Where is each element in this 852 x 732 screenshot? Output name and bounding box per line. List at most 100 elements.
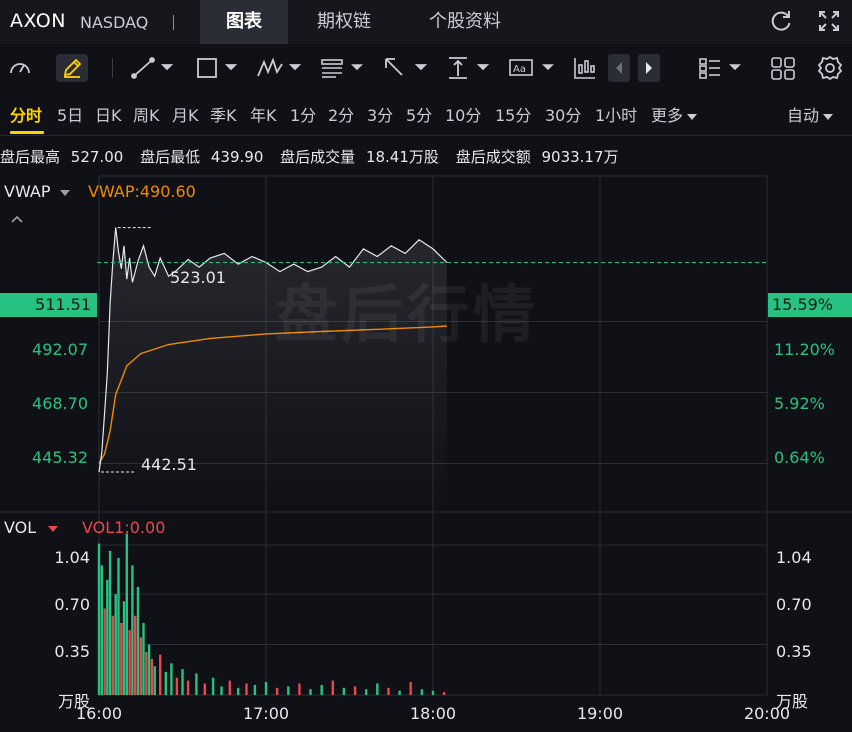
period-5d[interactable]: 5日 [57, 102, 83, 126]
rectangle-tool-icon[interactable] [194, 54, 240, 82]
period-5min[interactable]: 5分 [406, 102, 432, 126]
volume-bar [136, 586, 140, 695]
price-axis-label: 492.07 [32, 340, 88, 359]
text-tool-icon[interactable]: Aa [508, 54, 556, 82]
header-bar: AXON NASDAQ 图表 期权链 个股资料 [0, 0, 852, 44]
volume-bar [298, 683, 301, 695]
period-monthly-k[interactable]: 月K [172, 102, 199, 126]
drawing-toolbar: Aa [0, 44, 852, 92]
volume-bar [147, 644, 151, 695]
volume-bar [106, 579, 109, 695]
period-daily-k[interactable]: 日K [95, 102, 122, 126]
stat-low: 盘后最低 439.90 [140, 148, 269, 166]
period-intraday[interactable]: 分时 [10, 102, 42, 126]
volume-bar [287, 686, 290, 695]
stat-low-label: 盘后最低 [140, 148, 201, 166]
layout-list-icon[interactable] [698, 54, 746, 82]
gauge-icon[interactable] [6, 54, 36, 82]
stat-volume: 盘后成交量 18.41万股 [280, 148, 445, 166]
volume-bar [365, 689, 368, 695]
period-weekly-k[interactable]: 周K [133, 102, 160, 126]
volume-bar [195, 673, 198, 695]
volume-bar [145, 651, 148, 696]
volume-bar [309, 689, 312, 695]
tab-chart[interactable]: 图表 [200, 0, 288, 44]
period-yearly-k[interactable]: 年K [250, 102, 277, 126]
period-more-dropdown[interactable]: 更多 [651, 102, 698, 126]
stat-amount-value: 9033.17万 [541, 148, 619, 166]
stat-volume-label: 盘后成交量 [280, 148, 356, 166]
fullscreen-icon[interactable] [816, 8, 842, 34]
tab-stock-profile[interactable]: 个股资料 [410, 0, 520, 44]
active-period-indicator [10, 131, 44, 134]
refresh-icon[interactable] [768, 8, 794, 34]
tab-options-chain[interactable]: 期权链 [300, 0, 388, 44]
auto-scale-dropdown[interactable]: 自动 [787, 102, 834, 126]
chevron-right-icon[interactable] [638, 54, 660, 82]
pencil-icon[interactable] [56, 54, 88, 82]
volume-bar [142, 622, 145, 695]
volume-bar [387, 687, 390, 695]
after-hours-watermark: 盘后行情 [275, 278, 540, 351]
grid-icon[interactable] [770, 54, 796, 82]
period-10min[interactable]: 10分 [445, 102, 481, 126]
volume-axis-label: 0.70 [776, 595, 812, 614]
volume-bar [431, 690, 435, 695]
volume-bar [131, 565, 134, 696]
time-axis-label: 16:00 [75, 704, 123, 723]
period-2min[interactable]: 2分 [328, 102, 354, 126]
volume-bar [120, 622, 123, 695]
volume-bar [139, 637, 142, 695]
volume-bar [186, 680, 190, 695]
header-divider [173, 15, 174, 30]
period-1min[interactable]: 1分 [290, 102, 316, 126]
stat-high-label: 盘后最高 [0, 148, 61, 166]
candle-icon[interactable] [572, 54, 598, 82]
price-axis-label: 445.32 [32, 448, 88, 467]
vwap-indicator-label: VWAP [4, 182, 51, 201]
volume-bar [103, 608, 106, 695]
volume-bar [153, 666, 156, 695]
wave-tool-icon[interactable] [256, 54, 304, 82]
measure-tool-icon[interactable] [446, 54, 492, 82]
arrow-tool-icon[interactable] [382, 54, 430, 82]
intraday-chart[interactable]: 盘后行情 VWAP VWAP:490.60 492.07 468.70 445.… [0, 170, 852, 732]
period-quarterly-k[interactable]: 季K [210, 102, 237, 126]
fibonacci-tool-icon[interactable] [320, 54, 366, 82]
min-price-label: 442.51 [141, 455, 197, 474]
time-axis-label: 19:00 [576, 704, 624, 723]
stat-high-value: 527.00 [70, 148, 124, 166]
stat-low-value: 439.90 [210, 148, 264, 166]
volume-bar [122, 601, 126, 695]
period-3min[interactable]: 3分 [367, 102, 393, 126]
ticker-symbol: AXON [10, 10, 66, 32]
period-15min[interactable]: 15分 [495, 102, 531, 126]
time-axis-label: 18:00 [409, 704, 457, 723]
volume-bar [97, 543, 101, 695]
volume-bar [111, 615, 115, 695]
volume-bar [220, 686, 223, 695]
vol-indicator-selector[interactable]: VOL [4, 518, 59, 537]
vol-value: VOL1:0.00 [82, 518, 166, 537]
volume-bar [108, 550, 112, 695]
volume-bar [253, 684, 257, 695]
volume-bar [175, 677, 179, 695]
stat-amount-label: 盘后成交额 [455, 148, 531, 166]
volume-bar [245, 683, 248, 695]
period-30min[interactable]: 30分 [545, 102, 581, 126]
chevron-left-icon[interactable] [608, 54, 630, 82]
chart-canvas[interactable] [0, 170, 852, 732]
current-price-tag: 511.51 [0, 293, 97, 317]
period-1hour[interactable]: 1小时 [595, 102, 637, 126]
period-more-label: 更多 [651, 106, 684, 125]
volume-bar [125, 533, 128, 695]
vwap-indicator-selector[interactable]: VWAP [4, 182, 71, 201]
volume-bar [228, 680, 231, 695]
settings-icon[interactable] [816, 54, 844, 82]
stat-high: 盘后最高 527.00 [0, 148, 129, 166]
line-tool-icon[interactable] [130, 54, 176, 82]
volume-bar [170, 663, 173, 695]
volume-bar [134, 615, 137, 695]
volume-bar [320, 684, 323, 695]
chevron-down-icon [687, 113, 698, 120]
